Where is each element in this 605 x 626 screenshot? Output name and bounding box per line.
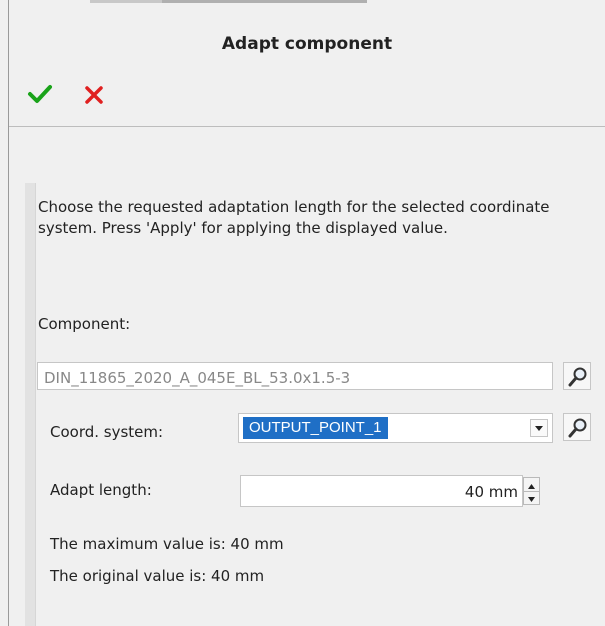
coord-system-label: Coord. system:	[50, 423, 164, 441]
tab-indicator[interactable]	[162, 0, 367, 3]
instructions-text: Choose the requested adaptation length f…	[38, 198, 550, 237]
magnifier-icon	[568, 367, 587, 387]
coord-system-select[interactable]: OUTPUT_POINT_1	[238, 413, 553, 443]
form-panel	[36, 183, 605, 626]
cancel-button[interactable]	[79, 80, 109, 110]
close-icon	[85, 86, 103, 104]
dialog-title: Adapt component	[221, 34, 393, 54]
confirm-button[interactable]	[25, 78, 55, 108]
adapt-length-stepper[interactable]	[523, 477, 540, 505]
magnifier-icon	[568, 418, 587, 438]
coord-system-value: OUTPUT_POINT_1	[243, 417, 388, 439]
dropdown-button[interactable]	[530, 419, 548, 437]
dialog-header: Adapt component	[9, 6, 605, 126]
component-label: Component:	[38, 315, 131, 333]
component-search-button[interactable]	[563, 362, 591, 390]
adapt-length-input[interactable]: 40 mm	[240, 475, 523, 507]
arrow-down-icon	[528, 497, 535, 502]
stepper-up-button[interactable]	[524, 478, 539, 492]
adapt-length-label: Adapt length:	[50, 481, 152, 499]
coord-system-search-button[interactable]	[563, 413, 591, 441]
original-value-text: The original value is: 40 mm	[50, 567, 265, 585]
panel-left-strip	[25, 183, 36, 626]
component-field: DIN_11865_2020_A_045E_BL_53.0x1.5-3	[37, 362, 553, 390]
chevron-down-icon	[535, 426, 543, 431]
stepper-down-button[interactable]	[524, 491, 539, 504]
check-icon	[28, 85, 52, 103]
max-value-text: The maximum value is: 40 mm	[50, 535, 284, 553]
tab-indicator[interactable]	[90, 0, 162, 3]
